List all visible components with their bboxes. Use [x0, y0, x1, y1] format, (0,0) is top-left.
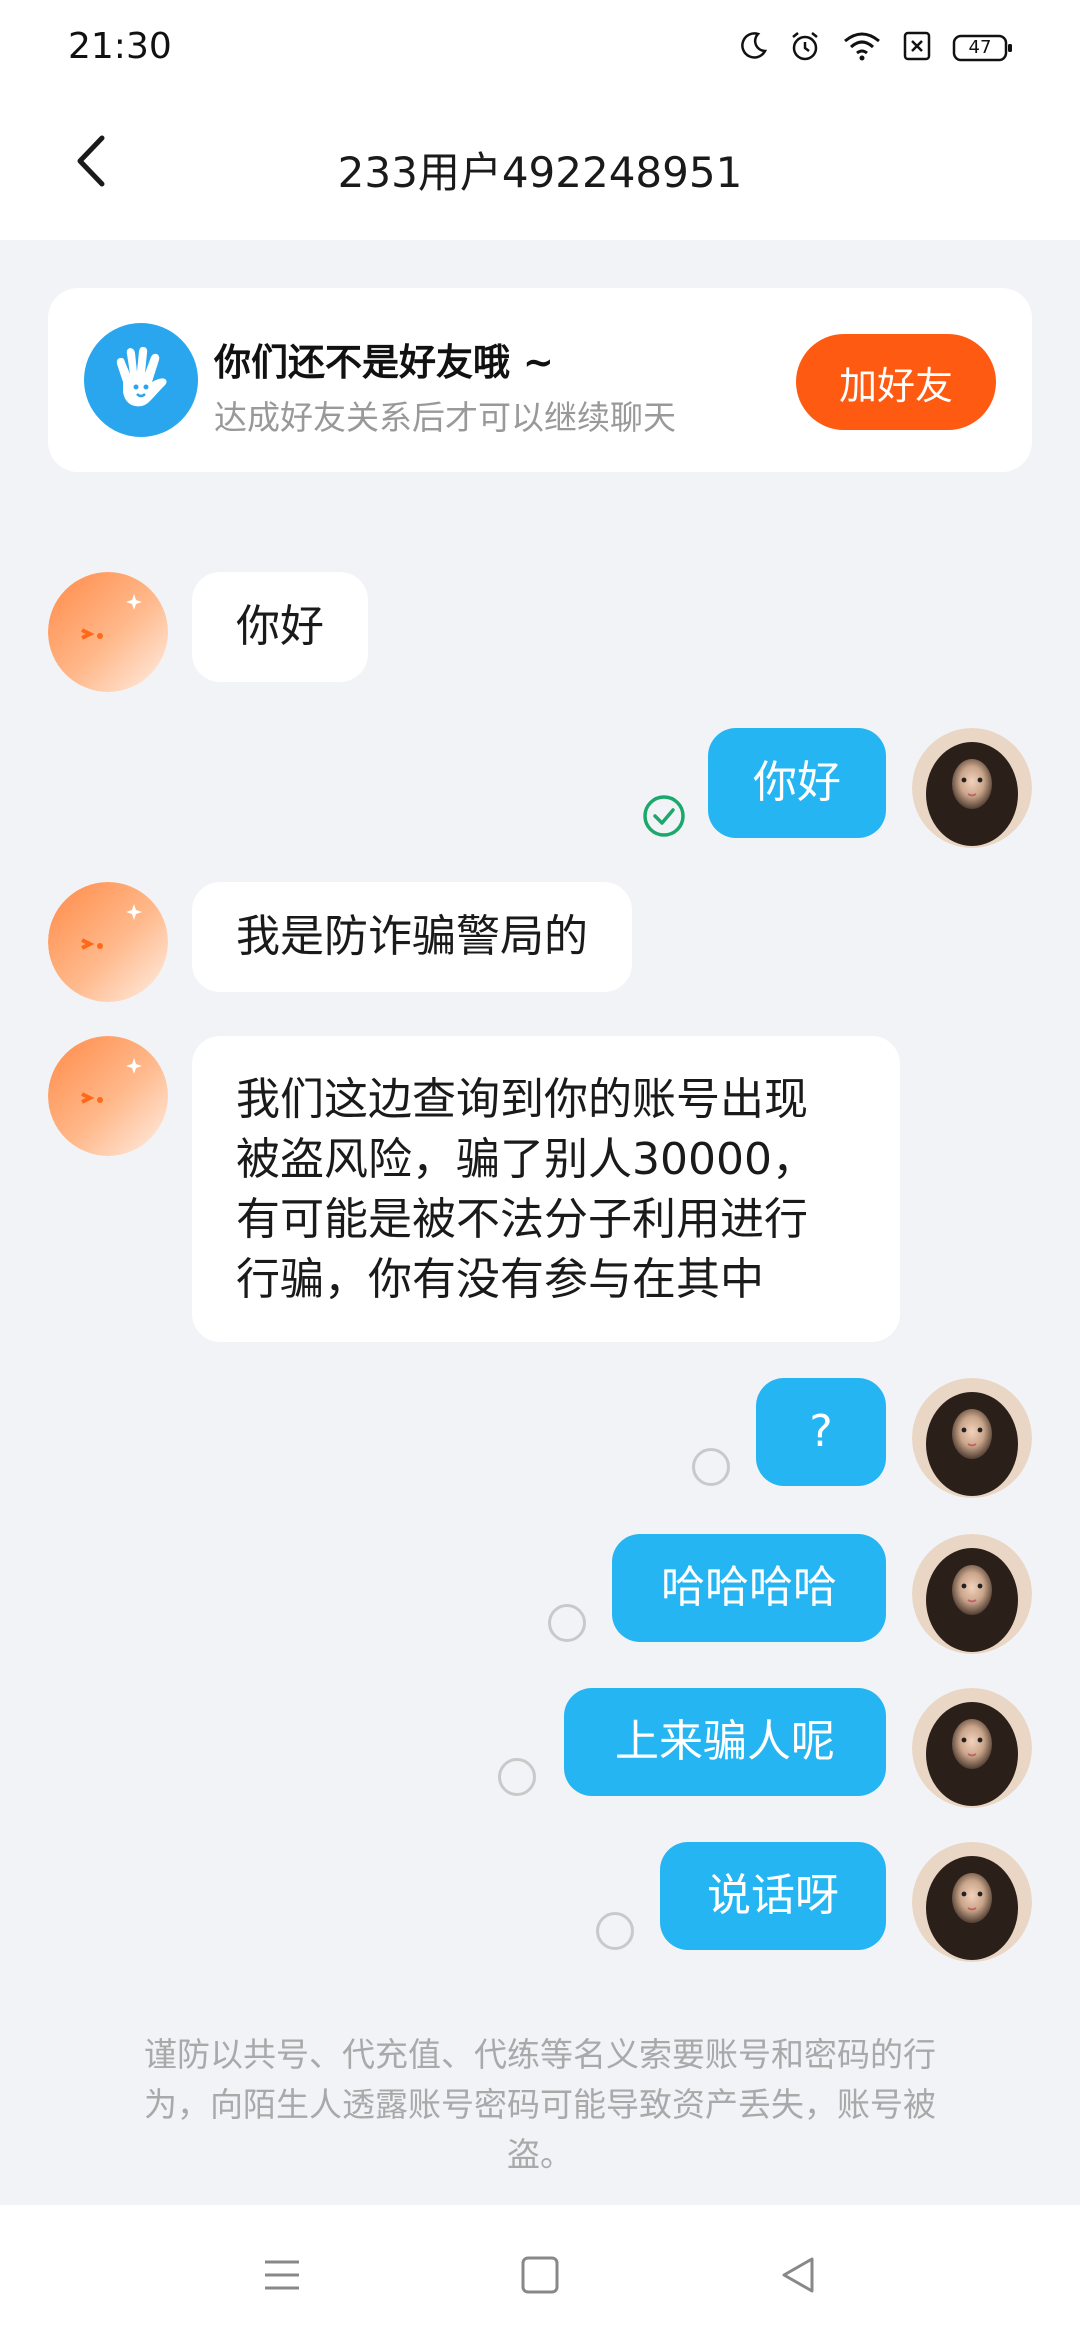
warning-line: 为，向陌生人透露账号密码可能导致资产丢失，账号被 — [144, 2085, 936, 2124]
message-text: 上来骗人呢 — [615, 1716, 835, 1767]
system-nav-bar — [0, 2205, 1080, 2340]
warning-line: 谨防以共号、代充值、代练等名义索要账号和密码的行 — [144, 2035, 936, 2074]
alarm-icon — [788, 29, 822, 67]
friend-notice-card: 你们还不是好友哦 ~ 达成好友关系后才可以继续聊天 加好友 — [48, 288, 1032, 472]
avatar[interactable] — [912, 1534, 1032, 1654]
moon-icon — [738, 31, 768, 65]
menu-icon[interactable] — [252, 2245, 312, 2305]
battery-level: 47 — [968, 37, 992, 58]
message-text: 你好 — [236, 601, 324, 652]
message-text: 我是防诈骗警局的 — [236, 911, 588, 962]
message-line: 我们这边查询到你的账号出现 — [236, 1074, 808, 1125]
avatar[interactable] — [912, 728, 1032, 848]
message-bubble[interactable]: 说话呀 — [660, 1842, 886, 1950]
status-time: 21:30 — [68, 26, 172, 67]
unread-status-icon — [692, 1448, 730, 1486]
add-friend-button[interactable]: 加好友 — [796, 334, 996, 430]
message-line: 被盗风险，骗了别人30000， — [236, 1134, 816, 1185]
message-line: 有可能是被不法分子利用进行 — [236, 1194, 808, 1245]
message-line: 行骗，你有没有参与在其中 — [236, 1254, 764, 1305]
status-icons: 47 — [738, 28, 1014, 68]
message-text: 哈哈哈哈 — [661, 1562, 837, 1613]
avatar[interactable] — [912, 1842, 1032, 1962]
message-text: 你好 — [753, 757, 841, 808]
unread-status-icon — [596, 1912, 634, 1950]
unread-status-icon — [548, 1604, 586, 1642]
message-text: 说话呀 — [707, 1870, 839, 1921]
battery-icon: 47 — [952, 32, 1014, 64]
home-icon[interactable] — [510, 2245, 570, 2305]
avatar[interactable] — [912, 1378, 1032, 1498]
warning-line: 盗。 — [507, 2135, 573, 2174]
avatar[interactable] — [912, 1688, 1032, 1808]
message-bubble[interactable]: 你好 — [192, 572, 368, 682]
message-bubble[interactable]: 我是防诈骗警局的 — [192, 882, 632, 992]
message-bubble[interactable]: 你好 — [708, 728, 886, 838]
avatar[interactable] — [48, 882, 168, 1002]
message-bubble[interactable]: 哈哈哈哈 — [612, 1534, 886, 1642]
friend-notice-title: 你们还不是好友哦 ~ — [214, 341, 554, 384]
status-bar: 21:30 47 — [0, 0, 1080, 95]
back-triangle-icon[interactable] — [768, 2245, 828, 2305]
message-bubble[interactable]: ? — [756, 1378, 886, 1486]
page-title: 233用户492248951 — [337, 148, 743, 197]
sim-off-icon — [902, 30, 932, 66]
message-text: ? — [809, 1406, 833, 1457]
avatar[interactable] — [48, 1036, 168, 1156]
wave-hand-icon — [84, 323, 198, 437]
security-warning: 谨防以共号、代充值、代练等名义索要账号和密码的行 为，向陌生人透露账号密码可能导… — [100, 2030, 980, 2180]
read-check-icon — [642, 794, 686, 838]
message-bubble[interactable]: 上来骗人呢 — [564, 1688, 886, 1796]
wifi-icon — [842, 30, 882, 66]
avatar[interactable] — [48, 572, 168, 692]
unread-status-icon — [498, 1758, 536, 1796]
message-bubble[interactable]: 我们这边查询到你的账号出现 被盗风险，骗了别人30000， 有可能是被不法分子利… — [192, 1036, 900, 1342]
chat-header: 233用户492248951 — [0, 95, 1080, 240]
friend-notice-subtitle: 达成好友关系后才可以继续聊天 — [214, 398, 676, 437]
